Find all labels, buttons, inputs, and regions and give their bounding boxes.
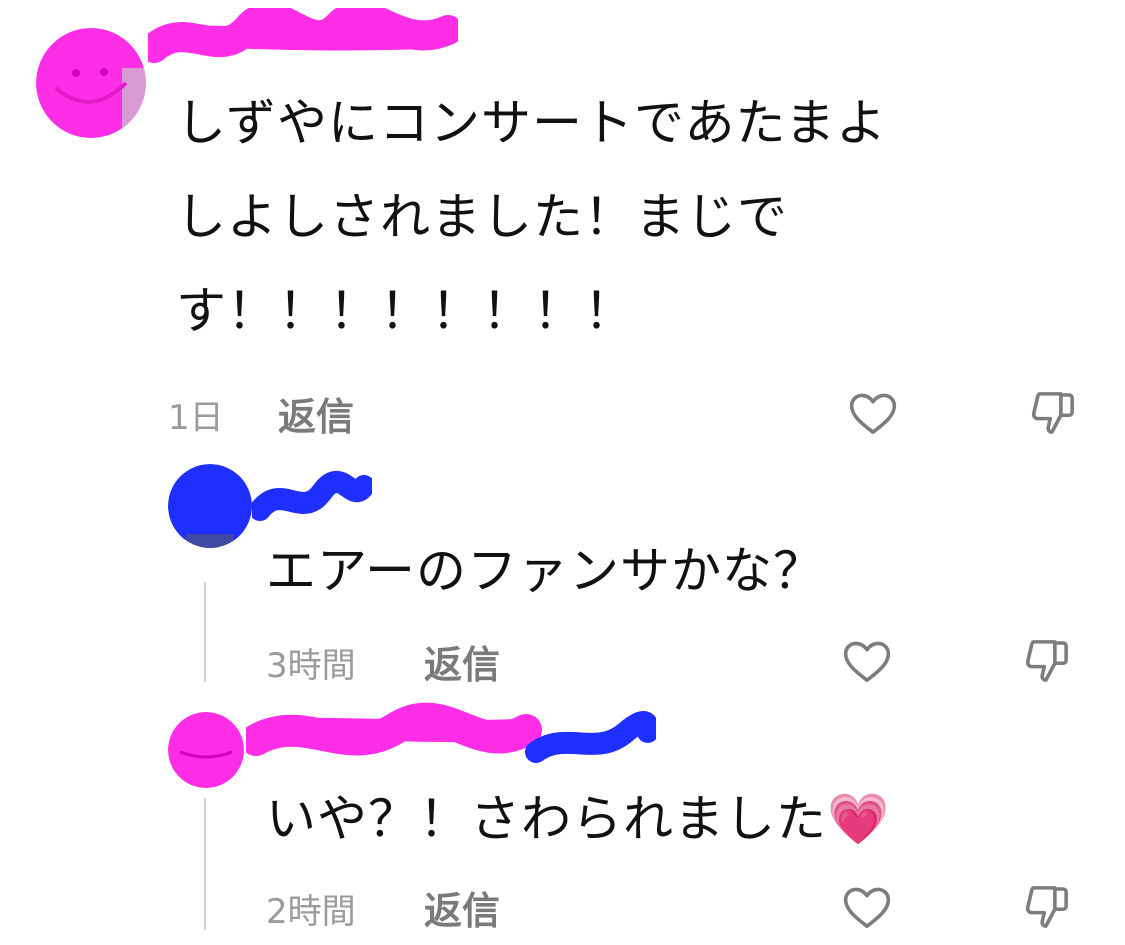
heart-outline-icon bbox=[849, 393, 897, 434]
heart-outline-icon bbox=[843, 641, 891, 682]
thumbs-down-outline-icon bbox=[1031, 392, 1074, 434]
like-button[interactable] bbox=[846, 386, 900, 440]
thumbs-down-outline-icon bbox=[1025, 640, 1068, 682]
comment-text: エアーのファンサかな？ bbox=[266, 524, 824, 618]
redacted-username bbox=[246, 702, 656, 763]
comment-timestamp: 1日 bbox=[168, 398, 224, 438]
dislike-button[interactable] bbox=[1026, 386, 1080, 440]
comment-text-line: す！！！！！！！！ bbox=[176, 282, 635, 340]
avatar[interactable] bbox=[36, 28, 146, 138]
avatar[interactable] bbox=[168, 464, 252, 548]
thumbs-down-outline-icon bbox=[1025, 886, 1068, 928]
reply-button[interactable]: 返信 bbox=[278, 386, 354, 441]
comment-text-line: しよしされました！まじで bbox=[176, 188, 788, 246]
comment-timestamp: 3時間 bbox=[266, 646, 356, 686]
thread-line bbox=[204, 582, 206, 682]
redacted-username bbox=[148, 8, 458, 63]
comment-text-line: エアーのファンサかな？ bbox=[266, 542, 824, 600]
growing-heart-emoji: 💗 bbox=[827, 790, 891, 848]
comment-text-line: しずやにコンサートであたまよ bbox=[176, 94, 887, 152]
comment-timestamp: 2時間 bbox=[266, 892, 356, 932]
redacted-username bbox=[252, 471, 372, 521]
dislike-button[interactable] bbox=[1020, 880, 1074, 934]
avatar[interactable] bbox=[168, 712, 244, 788]
like-button[interactable] bbox=[840, 634, 894, 688]
comment-text: しずやにコンサートであたまよ しよしされました！まじで す！！！！！！！！ bbox=[176, 76, 887, 358]
reply-button[interactable]: 返信 bbox=[424, 880, 500, 935]
comment-text: いや？！さわられました💗 bbox=[266, 772, 890, 866]
dislike-button[interactable] bbox=[1020, 634, 1074, 688]
reply-button[interactable]: 返信 bbox=[424, 634, 500, 689]
like-button[interactable] bbox=[840, 880, 894, 934]
heart-outline-icon bbox=[843, 887, 891, 928]
comment-text-line: いや？！さわられました bbox=[266, 790, 827, 848]
thread-line bbox=[204, 798, 206, 930]
